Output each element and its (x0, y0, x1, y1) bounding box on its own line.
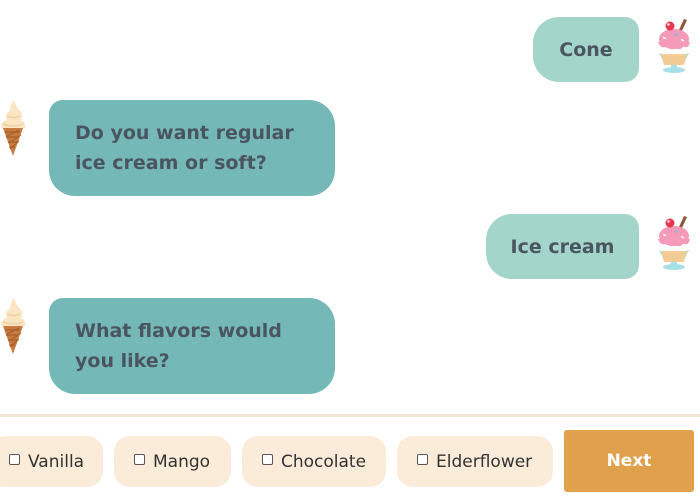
message-text: Ice cream (510, 235, 615, 258)
option-label: Vanilla (28, 451, 85, 472)
soft-serve-cone-icon (0, 100, 26, 156)
option-label: Elderflower (436, 451, 533, 472)
next-button-label: Next (606, 451, 652, 471)
message-text: What flavors would you like? (75, 320, 282, 372)
option-label: Mango (153, 451, 211, 472)
option-vanilla[interactable]: Vanilla (0, 436, 103, 487)
ice-cream-sundae-icon (653, 17, 695, 73)
bot-message: Do you want regular ice cream or soft? (49, 100, 335, 196)
divider (0, 414, 700, 417)
user-message: Ice cream (486, 214, 639, 279)
checkbox[interactable] (134, 454, 145, 465)
checkbox[interactable] (262, 454, 273, 465)
ice-cream-sundae-icon (653, 214, 695, 270)
message-text: Cone (559, 38, 613, 61)
checkbox[interactable] (417, 454, 428, 465)
soft-serve-cone-icon (0, 298, 26, 354)
option-label: Chocolate (281, 451, 367, 472)
message-text: Do you want regular ice cream or soft? (75, 122, 294, 174)
checkbox[interactable] (9, 454, 20, 465)
option-chocolate[interactable]: Chocolate (242, 436, 386, 487)
bot-message: What flavors would you like? (49, 298, 335, 394)
chat-history: Cone Do you want regular ice cream or so… (0, 0, 700, 414)
option-elderflower[interactable]: Elderflower (397, 436, 553, 487)
user-message: Cone (533, 17, 639, 82)
next-button[interactable]: Next (564, 430, 694, 492)
option-mango[interactable]: Mango (114, 436, 231, 487)
